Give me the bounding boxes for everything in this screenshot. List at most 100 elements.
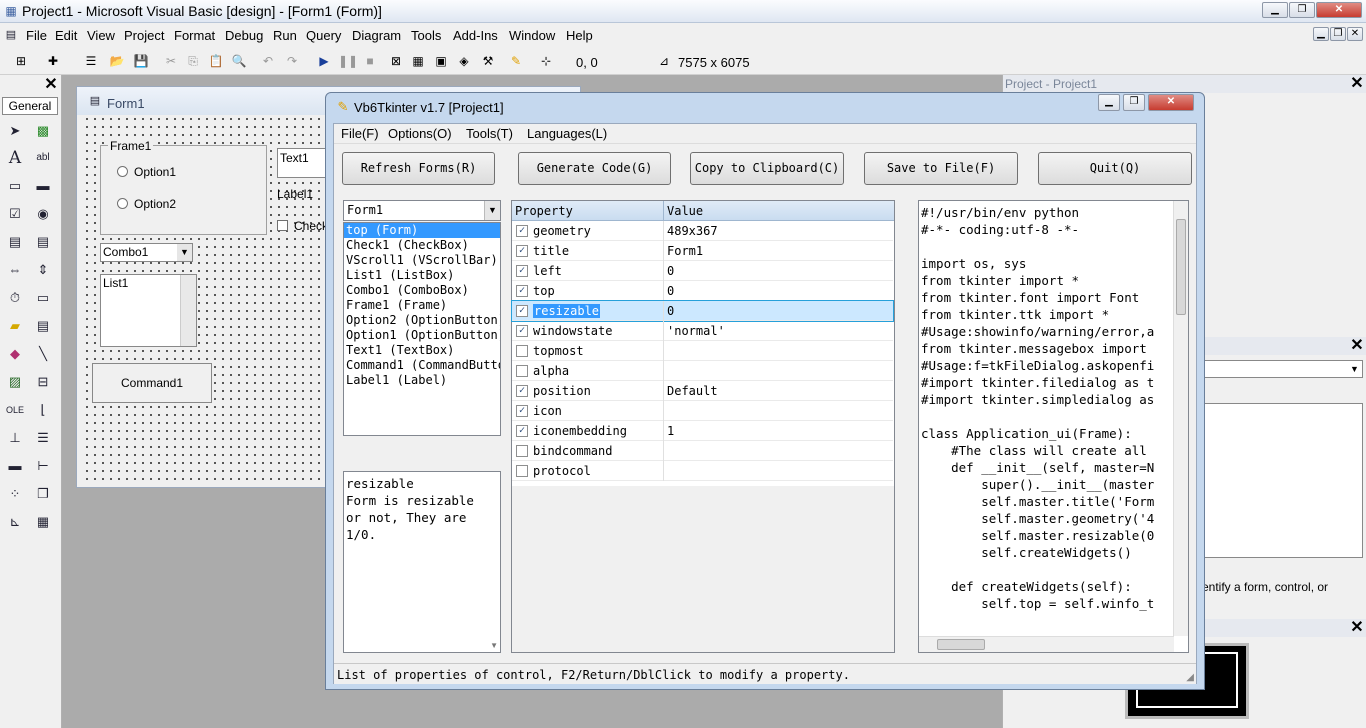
- vbt-menu-languages[interactable]: Languages(L): [527, 126, 607, 141]
- control-item[interactable]: Text1 (TextBox): [344, 343, 500, 358]
- vb6tkinter-maximize-button[interactable]: ❐: [1123, 94, 1145, 111]
- menu-project[interactable]: Project: [124, 28, 164, 43]
- menu-addins[interactable]: Add-Ins: [453, 28, 498, 43]
- menu-view[interactable]: View: [87, 28, 115, 43]
- property-row-geometry[interactable]: ✓ geometry 489x367: [512, 221, 893, 241]
- property-row-top[interactable]: ✓ top 0: [512, 281, 893, 301]
- property-checkbox[interactable]: ✓: [516, 405, 528, 417]
- open-project-icon[interactable]: 📂: [108, 52, 126, 70]
- toolbox-item-icon[interactable]: ☰: [34, 429, 52, 447]
- redo-icon[interactable]: ↷: [283, 52, 301, 70]
- list1-scrollbar[interactable]: [180, 275, 196, 346]
- hscrollbar-tool-icon[interactable]: ⇔: [6, 261, 24, 279]
- vbt-menu-tools[interactable]: Tools(T): [466, 126, 513, 141]
- property-checkbox[interactable]: ✓: [516, 325, 528, 337]
- tabstrip-tool-icon[interactable]: ❐: [34, 485, 52, 503]
- timer-tool-icon[interactable]: ⏱: [6, 289, 24, 307]
- menu-tools[interactable]: Tools: [411, 28, 441, 43]
- option1-radio[interactable]: [117, 166, 128, 177]
- property-row-resizable[interactable]: ✓ resizable 0: [511, 300, 894, 322]
- property-checkbox[interactable]: ✓: [516, 285, 528, 297]
- menu-editor-icon[interactable]: ☰: [82, 52, 100, 70]
- generate-code-button[interactable]: Generate Code(G): [518, 152, 671, 185]
- property-checkbox[interactable]: ✓: [516, 245, 528, 257]
- frame-tool-icon[interactable]: ▭: [6, 177, 24, 195]
- cut-icon[interactable]: ✂: [162, 52, 180, 70]
- menu-diagram[interactable]: Diagram: [352, 28, 401, 43]
- add-form-icon[interactable]: ✚: [44, 52, 62, 70]
- menu-run[interactable]: Run: [273, 28, 297, 43]
- close-button[interactable]: ✕: [1316, 2, 1362, 18]
- toolbox-item-icon[interactable]: ▬: [6, 457, 24, 475]
- frame1[interactable]: Frame1 Option1 Option2: [100, 139, 267, 235]
- toolbox-item-icon[interactable]: ⊥: [6, 429, 24, 447]
- form-layout-icon[interactable]: ▣: [432, 52, 450, 70]
- code-hscroll-thumb[interactable]: [937, 639, 985, 650]
- toolbox-tab-general[interactable]: General: [2, 97, 58, 115]
- option2-radio[interactable]: [117, 198, 128, 209]
- control-item[interactable]: Check1 (CheckBox): [344, 238, 500, 253]
- toolbox-close-icon[interactable]: ✕: [43, 77, 59, 93]
- list1[interactable]: List1: [100, 274, 197, 347]
- property-checkbox[interactable]: ✓: [516, 265, 528, 277]
- commandbutton-tool-icon[interactable]: ▬: [34, 177, 52, 195]
- object-browser-icon[interactable]: ◈: [455, 52, 473, 70]
- resize-grip-icon[interactable]: ◢: [1186, 672, 1194, 683]
- property-row-title[interactable]: ✓ title Form1: [512, 241, 893, 261]
- form-layout-close-icon[interactable]: ✕: [1349, 620, 1365, 636]
- property-column-header[interactable]: Property: [515, 204, 573, 218]
- combobox-tool-icon[interactable]: ▤: [6, 233, 24, 251]
- paste-icon[interactable]: 📋: [207, 52, 225, 70]
- chevron-down-icon[interactable]: ▼: [484, 201, 500, 220]
- chevron-down-icon[interactable]: ▼: [177, 244, 192, 261]
- picturebox-tool-icon[interactable]: ▩: [34, 122, 52, 140]
- check1-checkbox[interactable]: [277, 220, 288, 231]
- label-tool-icon[interactable]: A: [6, 149, 24, 167]
- properties-table[interactable]: Property Value ✓ geometry 489x367 ✓ title For…: [511, 200, 895, 653]
- command1-button[interactable]: Command1: [92, 363, 212, 403]
- toolbox-icon[interactable]: ⚒: [479, 52, 497, 70]
- toolbox-item-icon[interactable]: ⊾: [6, 513, 24, 531]
- property-checkbox[interactable]: ✓: [516, 225, 528, 237]
- property-checkbox[interactable]: [516, 345, 528, 357]
- quit-button[interactable]: Quit(Q): [1038, 152, 1192, 185]
- ole-tool-icon[interactable]: OLE: [6, 401, 24, 419]
- mdi-minimize-button[interactable]: ▁: [1313, 27, 1329, 41]
- add-project-icon[interactable]: ⊞: [12, 52, 30, 70]
- data-tool-icon[interactable]: ⊟: [34, 373, 52, 391]
- properties-close-icon[interactable]: ✕: [1349, 338, 1365, 354]
- control-item[interactable]: Command1 (CommandButto: [344, 358, 500, 373]
- line-tool-icon[interactable]: ╲: [34, 345, 52, 363]
- chevron-down-icon[interactable]: ▼: [1347, 361, 1362, 377]
- vbt-menu-file[interactable]: File(F): [341, 126, 379, 141]
- menu-edit[interactable]: Edit: [55, 28, 77, 43]
- properties-window-icon[interactable]: ▦: [409, 52, 427, 70]
- project-explorer-close-icon[interactable]: ✕: [1349, 76, 1365, 92]
- mdi-restore-button[interactable]: ❐: [1330, 27, 1346, 41]
- find-icon[interactable]: 🔍: [230, 52, 248, 70]
- vb6tkinter-addin-icon[interactable]: ✎: [507, 52, 525, 70]
- control-item[interactable]: Frame1 (Frame): [344, 298, 500, 313]
- property-checkbox[interactable]: [516, 445, 528, 457]
- code-view[interactable]: #!/usr/bin/env python #-*- coding:utf-8 -…: [918, 200, 1189, 653]
- pointer-tool-icon[interactable]: ➤: [6, 122, 24, 140]
- property-row-position[interactable]: ✓ position Default: [512, 381, 893, 401]
- property-row-alpha[interactable]: alpha: [512, 361, 893, 381]
- optionbutton-tool-icon[interactable]: ◉: [34, 205, 52, 223]
- save-project-icon[interactable]: 💾: [132, 52, 150, 70]
- control-item[interactable]: Option1 (OptionButton): [344, 328, 500, 343]
- filelistbox-tool-icon[interactable]: ▤: [34, 317, 52, 335]
- drivelistbox-tool-icon[interactable]: ▭: [34, 289, 52, 307]
- copy-to-clipboard-button[interactable]: Copy to Clipboard(C): [690, 152, 844, 185]
- toolbox-item-icon[interactable]: ⌊: [34, 401, 52, 419]
- menu-query[interactable]: Query: [306, 28, 341, 43]
- property-row-topmost[interactable]: topmost: [512, 341, 893, 361]
- project-explorer-icon[interactable]: ⊠: [387, 52, 405, 70]
- checkbox-tool-icon[interactable]: ☑: [6, 205, 24, 223]
- control-item[interactable]: Option2 (OptionButton): [344, 313, 500, 328]
- start-icon[interactable]: ▶: [315, 52, 333, 70]
- control-item[interactable]: VScroll1 (VScrollBar): [344, 253, 500, 268]
- code-vscroll-thumb[interactable]: [1176, 219, 1186, 315]
- property-row-bindcommand[interactable]: bindcommand: [512, 441, 893, 461]
- controls-listbox[interactable]: top (Form) Check1 (CheckBox) VScroll1 (V…: [343, 222, 501, 436]
